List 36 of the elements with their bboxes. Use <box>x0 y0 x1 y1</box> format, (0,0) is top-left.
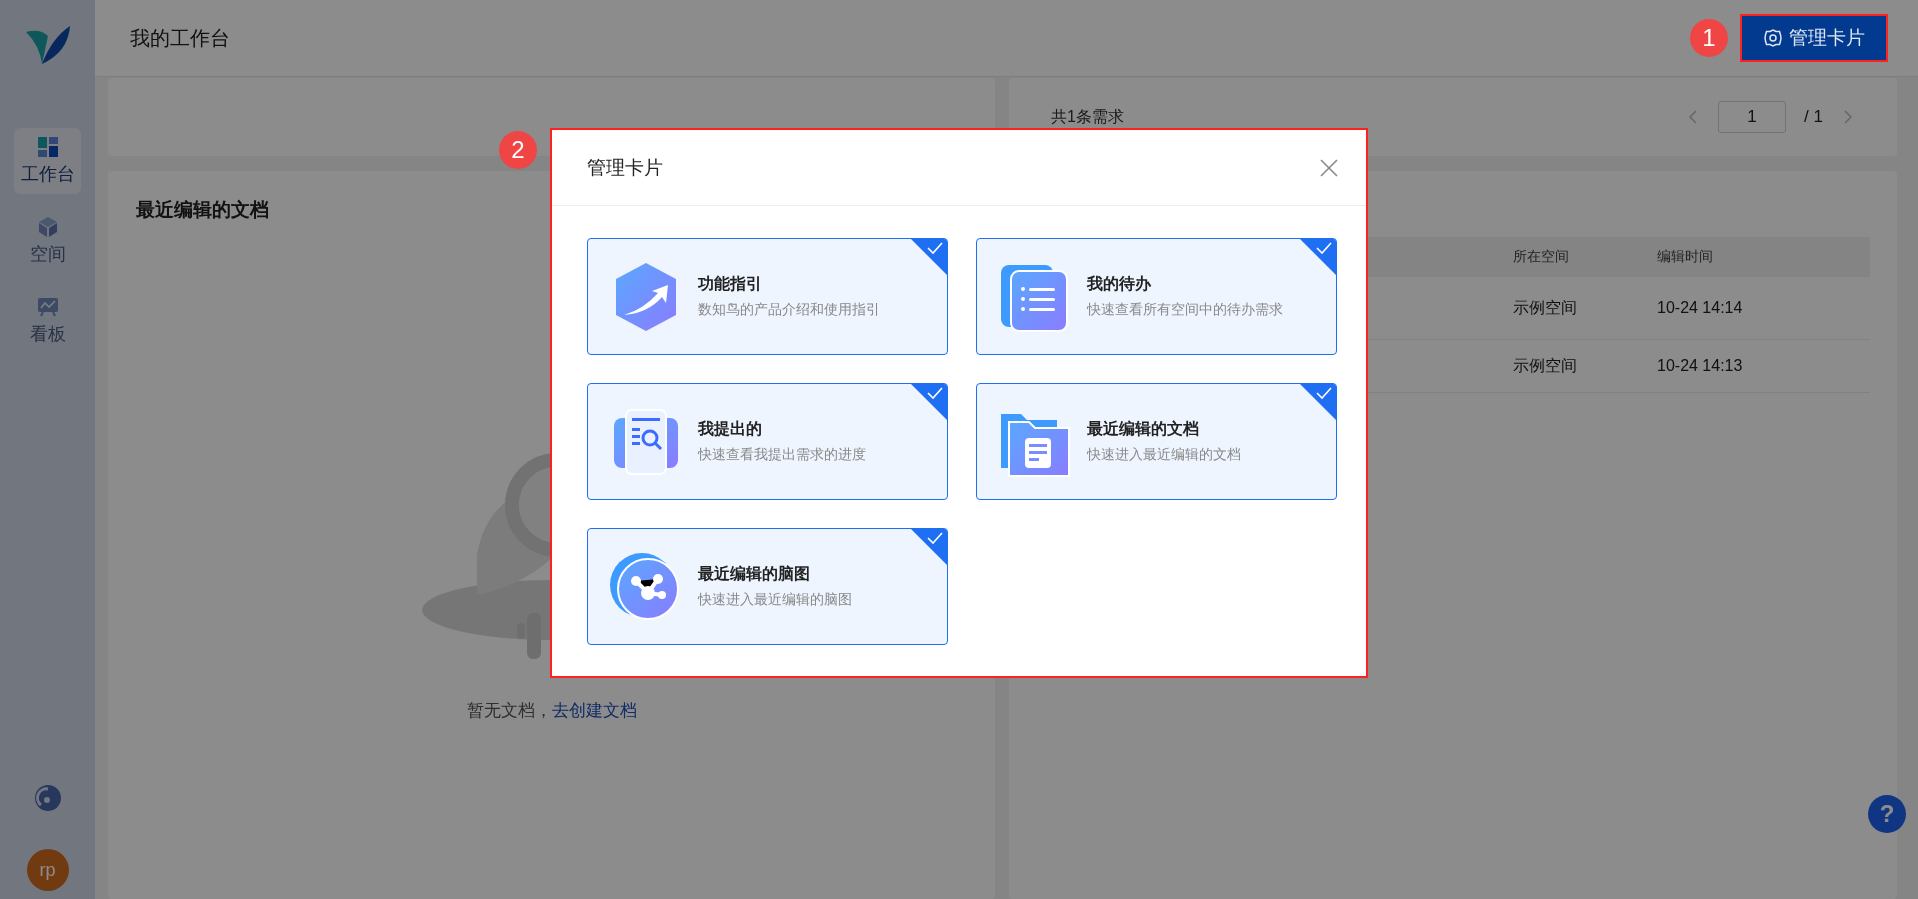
card-option[interactable]: 最近编辑的脑图 快速进入最近编辑的脑图 <box>587 528 948 645</box>
dashboard-icon <box>36 136 59 158</box>
card-option[interactable]: 我提出的 快速查看我提出需求的进度 <box>587 383 948 500</box>
close-icon[interactable] <box>1318 156 1340 179</box>
next-page-icon[interactable] <box>1841 109 1855 125</box>
sidebar-item[interactable]: 看板 <box>14 288 81 354</box>
check-corner-icon <box>911 384 947 420</box>
manage-cards-button[interactable]: 管理卡片 <box>1740 14 1888 62</box>
request-count: 共1条需求 <box>1051 106 1124 127</box>
sidebar-item[interactable]: 工作台 <box>14 128 81 194</box>
gear-icon <box>1763 28 1783 48</box>
gauge-icon[interactable] <box>32 783 63 813</box>
check-corner-icon <box>1300 384 1336 420</box>
chart-board-icon <box>36 296 59 318</box>
card-option[interactable]: 功能指引 数知鸟的产品介绍和使用指引 <box>587 238 948 355</box>
table-cell-text: 10-24 14:13 <box>1657 357 1744 375</box>
empty-message: 暂无文档， <box>466 700 552 722</box>
card-title: 最近编辑的文档 <box>135 198 270 222</box>
card-option[interactable]: 我的待办 快速查看所有空间中的待办需求 <box>976 238 1337 355</box>
check-corner-icon <box>1300 239 1336 275</box>
page-total: / 1 <box>1804 107 1823 127</box>
create-doc-link[interactable]: 去创建文档 <box>551 699 637 722</box>
table-cell-text: 10-24 14:14 <box>1657 299 1744 317</box>
dialog-title: 管理卡片 <box>587 155 663 180</box>
table-cell-text: 示例空间 <box>1513 355 1578 376</box>
step-number: 2 <box>499 131 537 169</box>
check-corner-icon <box>911 529 947 565</box>
check-corner-icon <box>911 239 947 275</box>
column-header: 编辑时间 <box>1657 248 1714 266</box>
sidebar-item[interactable]: 空间 <box>14 208 81 274</box>
cube-icon <box>36 216 59 238</box>
page-input[interactable]: 1 <box>1718 101 1787 133</box>
column-header: 所在空间 <box>1513 248 1570 266</box>
page-title: 我的工作台 <box>130 25 230 51</box>
card-option[interactable]: 最近编辑的文档 快速进入最近编辑的文档 <box>976 383 1337 500</box>
table-cell-text: 示例空间 <box>1513 297 1578 318</box>
